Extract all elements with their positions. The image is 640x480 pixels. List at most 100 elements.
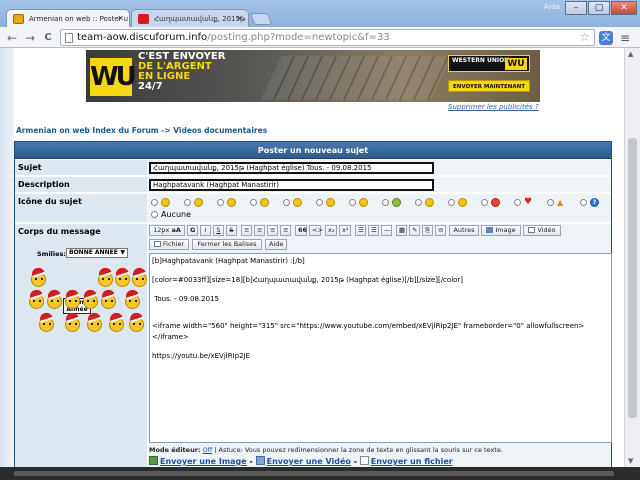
- scroll-down-icon[interactable]: ▼: [628, 457, 633, 465]
- subject-input[interactable]: Հաղպատավանք, 2015թ (Haghpat église) Tous…: [149, 162, 434, 174]
- topic-icon-none-option[interactable]: Aucune: [151, 210, 191, 219]
- help-button[interactable]: Aide: [265, 239, 287, 250]
- code-button[interactable]: <>: [309, 225, 323, 236]
- bold-button[interactable]: G: [187, 225, 198, 236]
- close-tags-button[interactable]: Fermer les Balises: [192, 239, 262, 250]
- remove-ads-link[interactable]: Supprimer les publicités ?: [448, 103, 539, 111]
- radio-icon[interactable]: [151, 211, 158, 218]
- topic-icon-option[interactable]: [217, 198, 247, 208]
- santa-smiley-icon[interactable]: [82, 288, 98, 309]
- align-justify-icon[interactable]: ≡: [280, 225, 291, 236]
- santa-smiley-icon[interactable]: [124, 288, 140, 309]
- browser-menu-icon[interactable]: ≡: [620, 31, 630, 45]
- editor-mode-toggle[interactable]: Off: [203, 446, 213, 454]
- magic-wand-icon[interactable]: ✎: [409, 225, 420, 236]
- santa-smiley-icon[interactable]: [114, 266, 130, 287]
- scroll-up-icon[interactable]: ▲: [628, 50, 633, 58]
- upload-image-link[interactable]: Envoyer une Image: [160, 457, 247, 466]
- upload-file-link[interactable]: Envoyer un fichier: [371, 457, 453, 466]
- radio-icon[interactable]: [184, 199, 191, 206]
- topic-icon-option[interactable]: [283, 198, 313, 208]
- santa-smiley-icon[interactable]: [108, 311, 124, 332]
- santa-smiley-icon[interactable]: [100, 288, 116, 309]
- underline-button[interactable]: S: [213, 225, 224, 236]
- link-icon[interactable]: ⊖: [435, 225, 446, 236]
- message-textarea[interactable]: [b]Haghpatavank (Haghpat Manastirir) :[/…: [149, 253, 612, 443]
- radio-icon[interactable]: [349, 199, 356, 206]
- topic-icon-option[interactable]: [250, 198, 280, 208]
- image-button[interactable]: Image: [481, 225, 521, 236]
- superscript-button[interactable]: x²: [339, 225, 351, 236]
- upload-video-link[interactable]: Envoyer une Vidéo: [267, 457, 351, 466]
- radio-icon[interactable]: [415, 199, 422, 206]
- radio-icon[interactable]: [316, 199, 323, 206]
- align-left-icon[interactable]: ≡: [241, 225, 252, 236]
- new-tab-button[interactable]: [249, 13, 273, 25]
- topic-icon-option[interactable]: [415, 198, 445, 208]
- tab-youtube-video[interactable]: Հաղպատավանք, 2015թ (Ha ✕: [131, 9, 249, 27]
- radio-icon[interactable]: [448, 199, 455, 206]
- bookmark-star-icon[interactable]: ☆: [579, 30, 590, 45]
- smilies-category-select[interactable]: BONNE ANNEE ▼: [66, 248, 128, 258]
- santa-smiley-icon[interactable]: [64, 288, 80, 309]
- topic-icon-option[interactable]: [151, 198, 181, 208]
- align-right-icon[interactable]: ≡: [267, 225, 278, 236]
- santa-smiley-icon[interactable]: [86, 311, 102, 332]
- topic-icon-option[interactable]: [316, 198, 346, 208]
- santa-smiley-icon[interactable]: [128, 311, 144, 332]
- topic-icon-option[interactable]: [382, 198, 412, 208]
- santa-smiley-icon[interactable]: [30, 266, 46, 287]
- tab-armenian-on-web[interactable]: Armenian on web :: Poster u ✕: [6, 9, 130, 27]
- tab-close-icon[interactable]: ✕: [236, 10, 243, 27]
- address-bar[interactable]: team-aow.discuforum.info/posting.php?mod…: [60, 29, 595, 46]
- italic-button[interactable]: I: [200, 225, 211, 236]
- tab-close-icon[interactable]: ✕: [117, 10, 124, 27]
- topic-icon-option[interactable]: ▲: [547, 198, 577, 208]
- forward-arrow-icon[interactable]: →: [22, 30, 38, 46]
- santa-smiley-icon[interactable]: [46, 288, 62, 309]
- strike-button[interactable]: S: [226, 225, 237, 236]
- radio-icon[interactable]: [151, 199, 158, 206]
- radio-icon[interactable]: [250, 199, 257, 206]
- page-scrollbar[interactable]: ▲ ▼: [624, 48, 640, 467]
- santa-smiley-icon[interactable]: [28, 288, 44, 309]
- santa-smiley-icon[interactable]: [64, 311, 80, 332]
- numbered-list-icon[interactable]: ☰: [368, 225, 379, 236]
- radio-icon[interactable]: [481, 199, 488, 206]
- topic-icon-option[interactable]: [481, 198, 511, 208]
- horizontal-rule-icon[interactable]: —: [381, 225, 392, 236]
- scrollbar-thumb[interactable]: [628, 138, 637, 418]
- minimize-button[interactable]: –: [565, 1, 587, 15]
- translate-extension-icon[interactable]: 文: [599, 31, 613, 45]
- video-button[interactable]: Vidéo: [523, 225, 561, 236]
- topic-icon-option[interactable]: [448, 198, 478, 208]
- bullet-list-icon[interactable]: ☰: [355, 225, 366, 236]
- radio-icon[interactable]: [547, 199, 554, 206]
- santa-smiley-icon[interactable]: [38, 311, 54, 332]
- western-union-ad-banner[interactable]: WU C'EST ENVOYER DE L'ARGENT EN LIGNE 24…: [86, 50, 540, 102]
- subscript-button[interactable]: x₂: [325, 225, 337, 236]
- quote-button[interactable]: 66: [295, 225, 307, 236]
- radio-icon[interactable]: [580, 199, 587, 206]
- topic-icon-option[interactable]: ♥: [514, 198, 544, 208]
- more-button[interactable]: Autres: [449, 225, 479, 236]
- align-center-icon[interactable]: ≡: [254, 225, 265, 236]
- topic-icon-option[interactable]: [349, 198, 379, 208]
- reload-icon[interactable]: C: [40, 30, 56, 46]
- radio-icon[interactable]: [514, 199, 521, 206]
- attachment-icon[interactable]: ⎘: [422, 225, 433, 236]
- table-icon[interactable]: ▦: [396, 225, 407, 236]
- topic-icon-option[interactable]: ?: [580, 198, 610, 208]
- ad-cta-button[interactable]: ENVOYER MAINTENANT: [448, 80, 530, 92]
- santa-smiley-icon[interactable]: [131, 266, 147, 287]
- radio-icon[interactable]: [382, 199, 389, 206]
- description-input[interactable]: Haghpatavank (Haghpat Manastirir): [149, 179, 434, 191]
- radio-icon[interactable]: [283, 199, 290, 206]
- back-arrow-icon[interactable]: ←: [4, 30, 20, 46]
- breadcrumb[interactable]: Armenian on web Index du Forum -> Videos…: [16, 126, 267, 135]
- maximize-button[interactable]: ▢: [588, 1, 610, 15]
- file-button[interactable]: Fichier: [149, 239, 189, 250]
- radio-icon[interactable]: [217, 199, 224, 206]
- font-size-select[interactable]: 12px aA: [149, 225, 185, 236]
- window-close-button[interactable]: ✕: [611, 1, 637, 15]
